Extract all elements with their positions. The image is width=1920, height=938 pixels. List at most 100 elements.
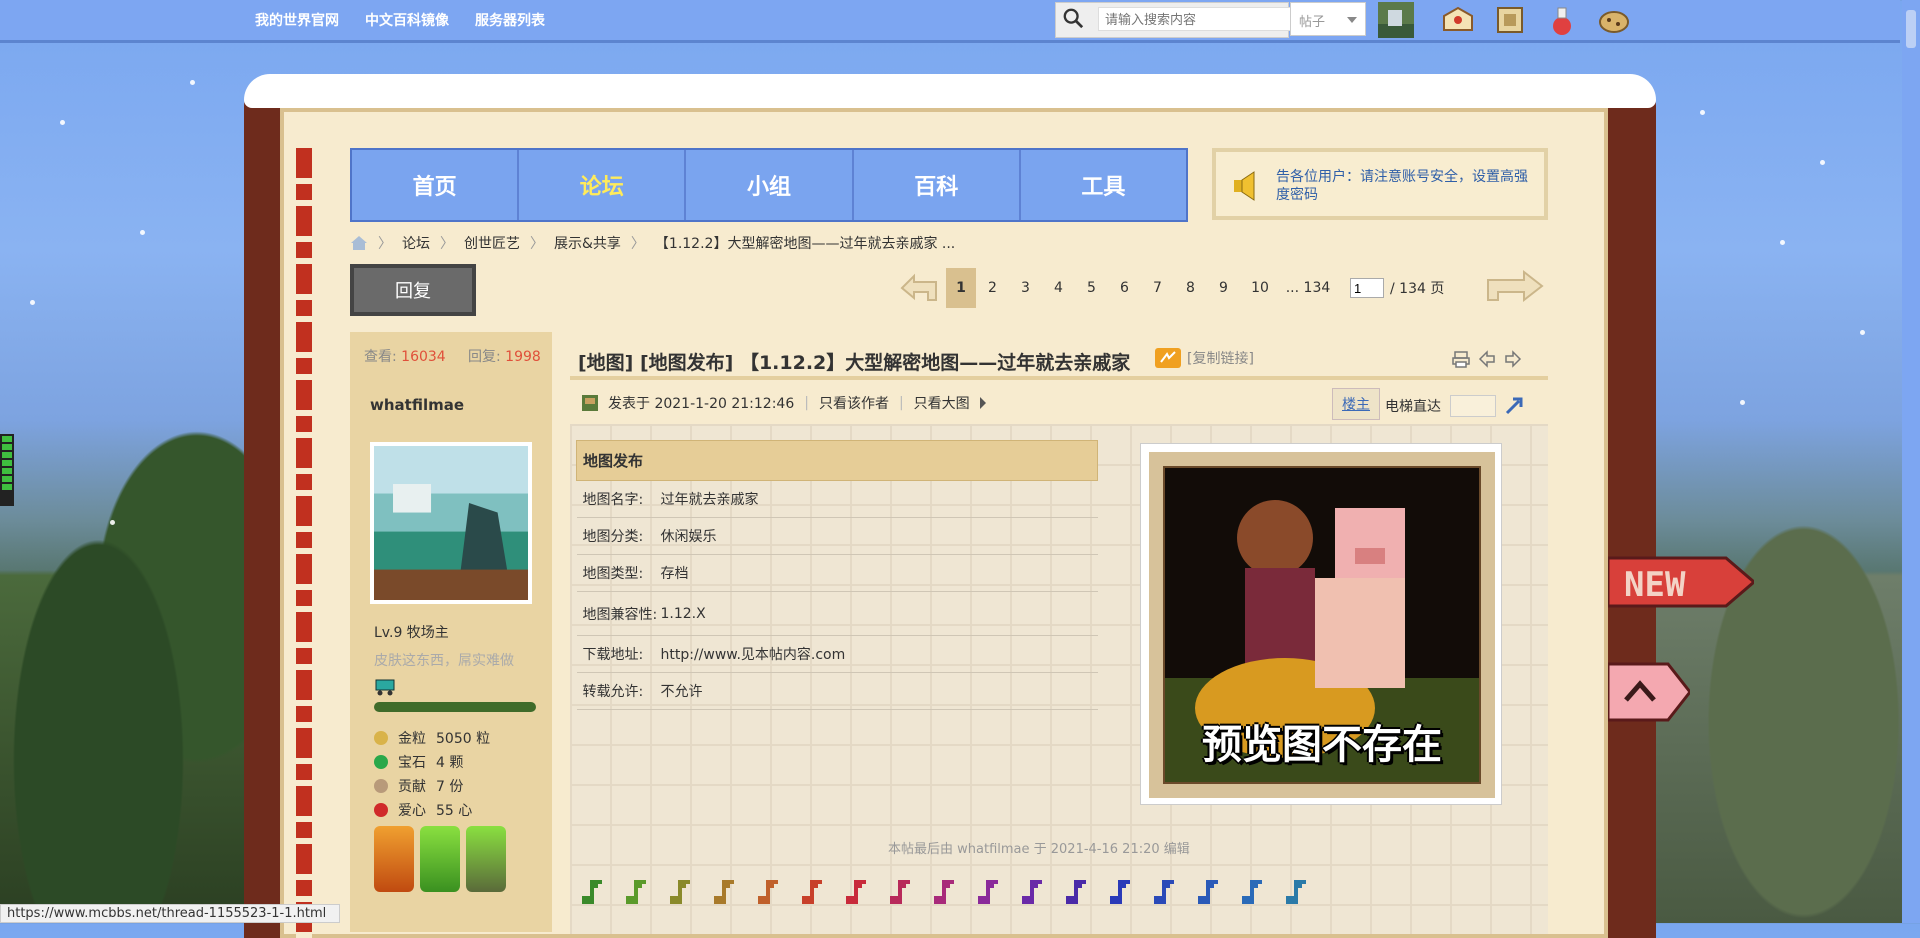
only-author-link[interactable]: 只看该作者 (819, 393, 889, 413)
medal-map-icon[interactable] (420, 826, 460, 892)
level-progress-fill (374, 702, 536, 712)
preview-missing-text: 预览图不存在 (1202, 722, 1442, 768)
music-note-icon (626, 880, 646, 904)
map-info-label: 地图兼容性: (576, 591, 660, 636)
link-minecraft-official[interactable]: 我的世界官网 (255, 10, 339, 30)
page-jump-input[interactable] (1350, 278, 1384, 298)
tab-forum[interactable]: 论坛 (519, 150, 687, 220)
resource-love: 爱心 55 心 (374, 800, 472, 820)
music-note-icon (1110, 880, 1130, 904)
author-name[interactable]: whatfilmae (370, 396, 464, 414)
chevron-down-icon (1347, 17, 1357, 23)
map-info-label: 地图分类: (576, 517, 660, 555)
map-info-table: 地图发布 地图名字: 过年就去亲戚家 地图分类: 休闲娱乐 地图类型: 存档 地图兼容… (576, 440, 1098, 710)
caret-right-icon[interactable] (979, 397, 986, 409)
search-icon[interactable] (1062, 7, 1084, 29)
notice-box: 告各位用户：请注意账号安全，设置高强度密码 (1212, 148, 1548, 220)
page-link[interactable]: 10 (1240, 268, 1280, 308)
potion-icon[interactable] (1544, 2, 1580, 38)
page-last[interactable]: ... 134 (1280, 268, 1336, 308)
breadcrumb-separator: 〉 (440, 236, 454, 252)
medal-fire-icon[interactable] (374, 826, 414, 892)
side-widget[interactable] (0, 434, 14, 506)
message-icon[interactable] (1440, 2, 1476, 38)
medal-block-icon[interactable] (466, 826, 506, 892)
reply-button[interactable]: 回复 (350, 264, 476, 316)
op-badge[interactable]: 楼主 (1332, 388, 1380, 420)
music-note-icon (582, 880, 602, 904)
speaker-icon (1234, 171, 1255, 201)
music-note-icon (1198, 880, 1218, 904)
page-scrollbar[interactable] (1902, 0, 1920, 923)
level-progress-bar (374, 702, 536, 712)
music-note-icon (802, 880, 822, 904)
views-label: 查看: (364, 349, 397, 365)
post-tools (1452, 350, 1522, 368)
page-link[interactable]: 9 (1207, 268, 1240, 308)
back-arrow-icon[interactable] (898, 270, 940, 306)
page-link[interactable]: 6 (1108, 268, 1141, 308)
elevator-label: 电梯直达 (1385, 399, 1441, 415)
elevator-input[interactable] (1450, 395, 1496, 417)
only-big-image-link[interactable]: 只看大图 (914, 393, 970, 413)
next-thread-icon[interactable] (1504, 350, 1522, 368)
page-link[interactable]: 3 (1009, 268, 1042, 308)
tab-tools[interactable]: 工具 (1021, 150, 1186, 220)
music-note-icon (714, 880, 734, 904)
next-page-arrow-icon[interactable] (1480, 268, 1546, 310)
resource-value: 55 心 (436, 803, 473, 819)
back-to-top-tag[interactable] (1608, 660, 1690, 724)
avatar[interactable] (370, 442, 532, 604)
search-input[interactable] (1098, 7, 1322, 31)
home-icon[interactable] (350, 235, 368, 251)
snowflake (1820, 160, 1825, 165)
search-box (1055, 2, 1322, 38)
resource-value: 5050 粒 (436, 731, 491, 747)
preview-picture: 预览图不存在 (1163, 466, 1481, 784)
music-note-icon (890, 880, 910, 904)
snowflake (190, 80, 195, 85)
copy-link[interactable]: [复制链接] (1187, 348, 1254, 368)
page-link[interactable]: 7 (1141, 268, 1174, 308)
gold-nugget-icon (374, 731, 388, 745)
preview-image[interactable]: 预览图不存在 (1140, 443, 1502, 805)
breadcrumb-thread[interactable]: 【1.12.2】大型解密地图——过年就去亲戚家 ... (655, 233, 955, 253)
map-info-value: 休闲娱乐 (659, 517, 1098, 555)
link-server-list[interactable]: 服务器列表 (475, 10, 545, 30)
page-link[interactable]: 2 (976, 268, 1009, 308)
user-signature: 皮肤这东西，屌实难做 (374, 653, 514, 669)
tab-groups[interactable]: 小组 (686, 150, 854, 220)
edit-note: 本帖最后由 whatfilmae 于 2021-4-16 21:20 编辑 (888, 842, 1190, 857)
scrollbar-thumb[interactable] (1906, 10, 1916, 48)
page-link[interactable]: 5 (1075, 268, 1108, 308)
post-meta: 发表于 2021-1-20 21:12:46 | 只看该作者 | 只看大图 (582, 393, 986, 413)
prev-thread-icon[interactable] (1478, 350, 1496, 368)
breadcrumb-forum[interactable]: 论坛 (402, 233, 430, 253)
breadcrumb-category[interactable]: 创世匠艺 (464, 233, 520, 253)
breadcrumb-subforum[interactable]: 展示&共享 (554, 233, 621, 253)
search-type-select[interactable]: 帖子 (1290, 2, 1366, 36)
emerald-icon (374, 755, 388, 769)
new-post-tag[interactable]: NEW (1608, 552, 1754, 612)
print-icon[interactable] (1452, 350, 1470, 368)
link-wiki-mirror[interactable]: 中文百科镜像 (365, 10, 449, 30)
tab-wiki[interactable]: 百科 (854, 150, 1021, 220)
user-avatar-icon[interactable] (1378, 2, 1414, 38)
page-link[interactable]: 8 (1174, 268, 1207, 308)
post-date: 发表于 2021-1-20 21:12:46 (608, 396, 795, 412)
title-extras: [复制链接] (1155, 348, 1254, 368)
tab-home[interactable]: 首页 (352, 150, 520, 220)
page-current[interactable]: 1 (946, 268, 976, 308)
breadcrumb-separator: 〉 (530, 236, 544, 252)
apple-icon (374, 803, 388, 817)
resource-gem: 宝石 4 颗 (374, 752, 463, 772)
meta-separator: | (898, 395, 904, 411)
go-arrow-icon[interactable] (1503, 395, 1525, 417)
page-link[interactable]: 4 (1042, 268, 1075, 308)
map-info-value[interactable]: http://www.见本帖内容.com (659, 635, 1098, 673)
user-level: Lv.9 牧场主 (374, 625, 449, 641)
cookie-icon[interactable] (1596, 2, 1632, 38)
notification-icon[interactable] (1492, 2, 1528, 38)
map-info-label: 地图名字: (576, 480, 660, 518)
snowflake (140, 230, 145, 235)
